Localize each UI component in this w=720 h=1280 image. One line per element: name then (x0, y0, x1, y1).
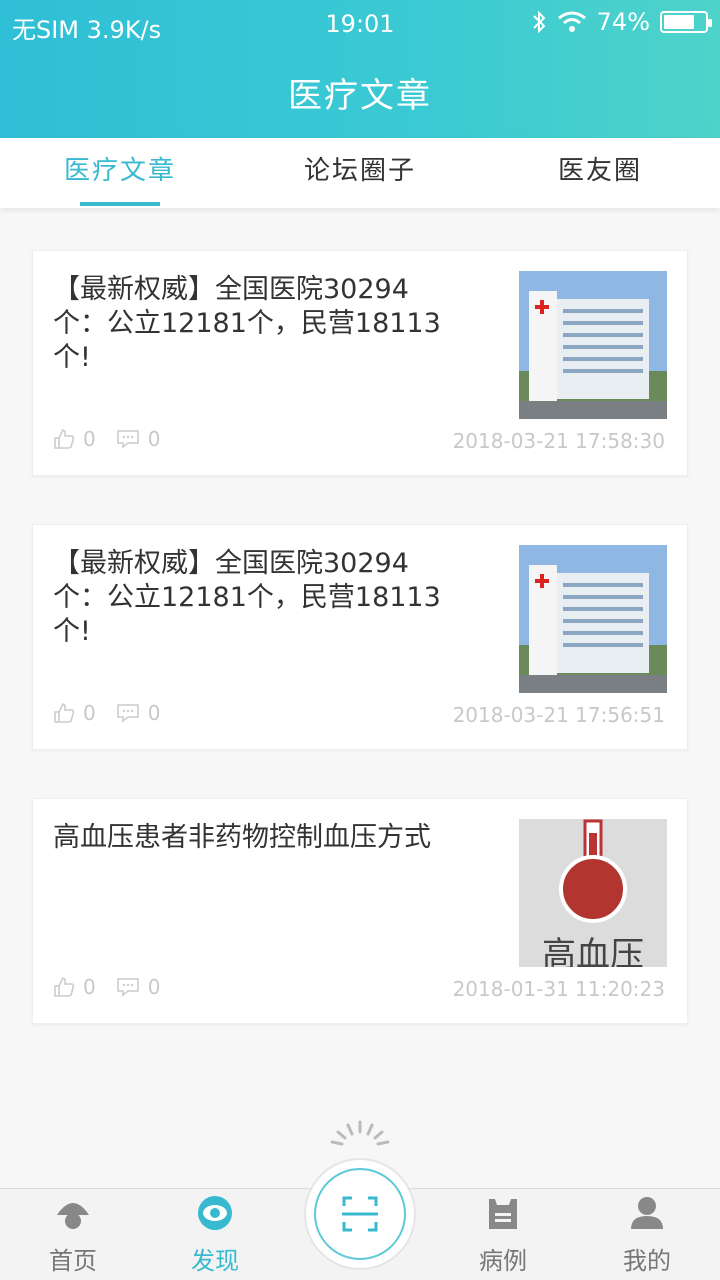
article-card[interactable]: 【最新权威】全国医院30294个：公立12181个，民营18113个! 0 0 … (32, 524, 688, 750)
like-count: 0 (83, 427, 96, 451)
article-title: 【最新权威】全国医院30294个：公立12181个，民营18113个! (53, 274, 441, 373)
scan-icon (342, 1196, 378, 1232)
tab-forum[interactable]: 论坛圈子 (240, 138, 480, 208)
tab-medical-articles[interactable]: 医疗文章 (0, 138, 240, 208)
page-title: 医疗文章 (288, 76, 432, 116)
article-date: 2018-03-21 17:56:51 (452, 703, 665, 727)
tab-doctor-circle[interactable]: 医友圈 (480, 138, 720, 208)
scan-button-ring (314, 1168, 406, 1260)
like-count: 0 (83, 975, 96, 999)
article-meta: 0 0 (53, 701, 180, 725)
comment-icon[interactable] (116, 976, 140, 998)
article-card[interactable]: 【最新权威】全国医院30294个：公立12181个，民营18113个! 0 0 … (32, 250, 688, 476)
battery-fill (664, 15, 694, 29)
wifi-icon (557, 11, 586, 32)
top-bar: 无SIM 3.9K/s 19:01 74% 医疗文章 (0, 0, 720, 138)
hospital-image (519, 545, 667, 693)
scan-button[interactable] (304, 1158, 416, 1270)
article-date: 2018-03-21 17:58:30 (452, 429, 665, 453)
nav-home[interactable]: 首页 (18, 1189, 128, 1280)
article-title: 【最新权威】全国医院30294个：公立12181个，民营18113个! (53, 548, 441, 647)
home-icon (57, 1203, 89, 1229)
status-right: 74% (531, 8, 712, 36)
battery-percent: 74% (596, 8, 650, 36)
comment-icon[interactable] (116, 702, 140, 724)
nav-cases[interactable]: 病例 (448, 1189, 558, 1280)
article-meta: 0 0 (53, 975, 180, 999)
nav-discover-label: 发现 (191, 1247, 239, 1275)
article-meta: 0 0 (53, 427, 180, 451)
eye-icon (198, 1196, 232, 1230)
nav-discover[interactable]: 发现 (160, 1189, 270, 1280)
bluetooth-icon (532, 10, 546, 34)
article-date: 2018-01-31 11:20:23 (452, 977, 665, 1001)
hospital-image (519, 271, 667, 419)
thumb-up-icon[interactable] (53, 976, 75, 998)
article-title: 高血压患者非药物控制血压方式 (53, 822, 431, 853)
nav-home-label: 首页 (49, 1247, 97, 1275)
loading-spinner-icon (330, 1120, 390, 1146)
thermometer-label: 高血压 (542, 935, 644, 967)
comment-count: 0 (147, 975, 161, 999)
user-icon (631, 1197, 663, 1229)
like-count: 0 (83, 701, 96, 725)
battery-icon (660, 11, 712, 33)
nav-cases-label: 病例 (479, 1247, 527, 1275)
thumb-up-icon[interactable] (53, 702, 75, 724)
nav-mine[interactable]: 我的 (592, 1189, 702, 1280)
thermometer-image: 高血压 (519, 819, 667, 967)
comment-icon[interactable] (116, 428, 140, 450)
thumb-up-icon[interactable] (53, 428, 75, 450)
comment-count: 0 (147, 427, 161, 451)
article-card[interactable]: 高血压患者非药物控制血压方式 高血压 0 0 2018-01-31 11:20:… (32, 798, 688, 1024)
nav-mine-label: 我的 (623, 1247, 671, 1275)
case-icon (489, 1199, 517, 1229)
status-bar: 无SIM 3.9K/s 19:01 74% (0, 0, 720, 48)
comment-count: 0 (147, 701, 161, 725)
tab-bar: 医疗文章 论坛圈子 医友圈 (0, 138, 720, 208)
